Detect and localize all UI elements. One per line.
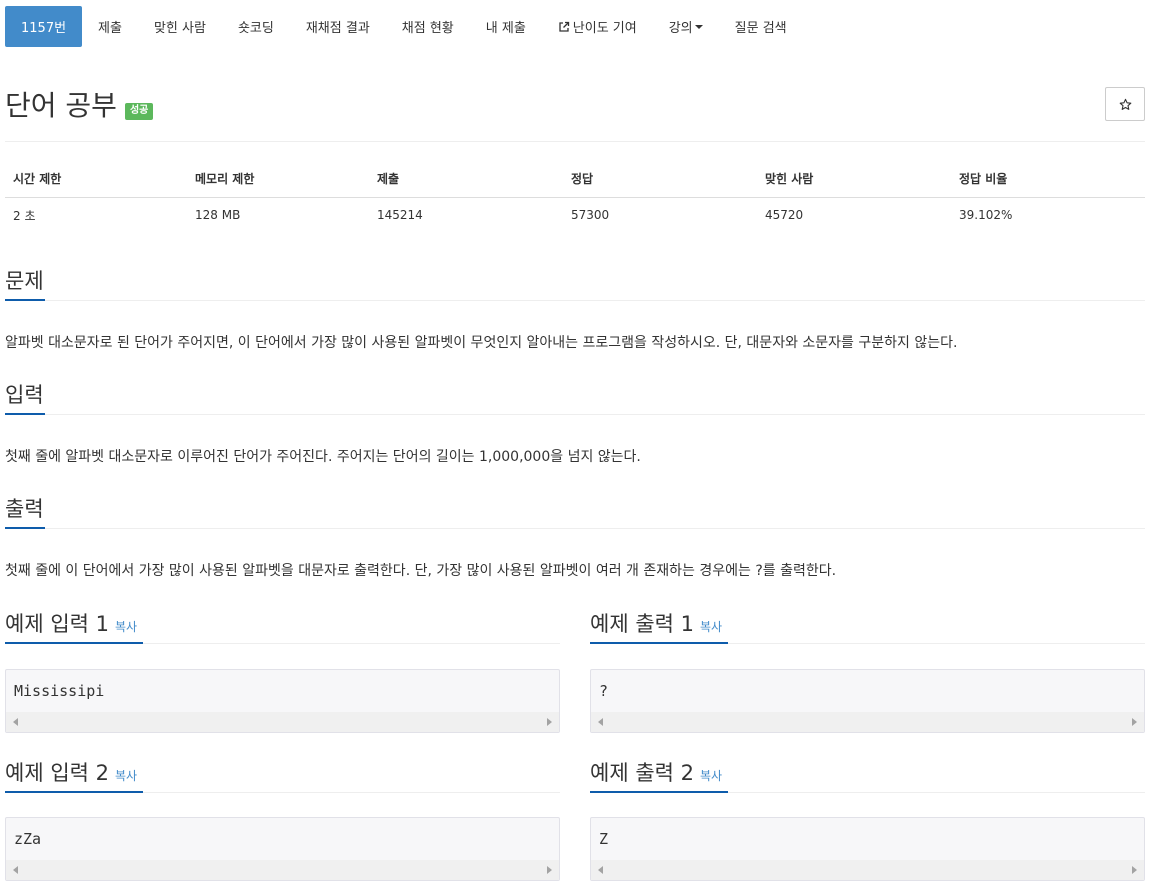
- input-section-header: 입력: [5, 379, 1145, 415]
- submissions-value: 145214: [377, 208, 423, 223]
- solvers-value: 45720: [765, 208, 804, 223]
- scroll-right-icon[interactable]: [1132, 718, 1137, 726]
- horizontal-scrollbar[interactable]: [6, 712, 559, 732]
- tab-label: 맞힌 사람: [153, 21, 206, 36]
- accepted-value: 57300: [571, 208, 610, 223]
- table-row: 2 초 128 MB 145214 57300 45720 39.102%: [5, 197, 1145, 233]
- problem-title-row: 단어 공부 성공: [5, 86, 154, 126]
- sample-input-2-box[interactable]: zZa: [5, 817, 560, 881]
- sample-output-2-text: Z: [599, 830, 609, 848]
- section-underline: [590, 642, 728, 644]
- caret-down-icon: [694, 24, 703, 29]
- sample-title-wrap: 예제 출력 1 복사: [590, 614, 722, 635]
- section-title: 문제: [5, 269, 44, 293]
- tab-judge-status[interactable]: 채점 현황: [386, 6, 470, 47]
- sample-title: 예제 입력 1: [5, 612, 109, 636]
- tab-label: 재채점 결과: [305, 21, 370, 36]
- input-description: 첫째 줄에 알파벳 대소문자로 이루어진 단어가 주어진다. 주어지는 단어의 …: [5, 449, 641, 465]
- tab-rejudge-results[interactable]: 재채점 결과: [290, 6, 386, 47]
- section-divider: [5, 528, 1145, 529]
- header-accepted: 정답: [563, 161, 757, 198]
- tab-label: 채점 현황: [401, 21, 454, 36]
- section-underline: [5, 413, 45, 415]
- tab-question-search[interactable]: 질문 검색: [719, 6, 803, 47]
- scroll-left-icon[interactable]: [13, 866, 18, 874]
- sample-title: 예제 출력 1: [590, 612, 694, 636]
- sample-output-2-header: 예제 출력 2 복사: [590, 757, 1145, 793]
- section-title: 입력: [5, 383, 44, 407]
- sample-output-1-header: 예제 출력 1 복사: [590, 608, 1145, 644]
- horizontal-scrollbar[interactable]: [6, 860, 559, 880]
- section-underline: [5, 642, 143, 644]
- section-underline: [5, 791, 143, 793]
- sample-output-1-text: ?: [599, 682, 609, 700]
- title-divider: [5, 141, 1145, 142]
- star-outline-icon: [1119, 98, 1131, 110]
- status-badge: 성공: [124, 102, 154, 120]
- scroll-right-icon[interactable]: [1132, 866, 1137, 874]
- problem-section-header: 문제: [5, 265, 1145, 301]
- tab-label: 제출: [98, 21, 122, 36]
- tab-label: 강의: [668, 21, 693, 36]
- problem-description: 알파벳 대소문자로 된 단어가 주어지면, 이 단어에서 가장 많이 사용된 알…: [5, 335, 958, 351]
- sample-output-1-box[interactable]: ?: [590, 669, 1145, 733]
- section-title: 출력: [5, 497, 44, 521]
- tab-label: 난이도 기여: [572, 21, 637, 36]
- problem-nav-tabs: 1157번 제출 맞힌 사람 숏코딩 재채점 결과 채점 현황 내 제출 난이도…: [5, 6, 803, 47]
- tab-submit[interactable]: 제출: [82, 6, 138, 47]
- horizontal-scrollbar[interactable]: [591, 860, 1144, 880]
- header-submissions: 제출: [369, 161, 563, 198]
- copy-sample-input-1-link[interactable]: 복사: [115, 620, 137, 634]
- scroll-right-icon[interactable]: [547, 866, 552, 874]
- tab-label: 질문 검색: [734, 21, 787, 36]
- time-limit-value: 2 초: [13, 208, 36, 223]
- section-underline: [5, 299, 45, 301]
- sample-title-wrap: 예제 출력 2 복사: [590, 763, 722, 784]
- header-time-limit: 시간 제한: [5, 161, 187, 198]
- problem-info-table: 시간 제한 메모리 제한 제출 정답 맞힌 사람 정답 비율 2 초 128 M…: [5, 161, 1145, 233]
- section-divider: [5, 414, 1145, 415]
- tab-lectures-dropdown[interactable]: 강의: [653, 6, 719, 47]
- output-section-header: 출력: [5, 493, 1145, 529]
- copy-sample-output-1-link[interactable]: 복사: [700, 620, 722, 634]
- sample-title: 예제 입력 2: [5, 761, 109, 785]
- sample-title: 예제 출력 2: [590, 761, 694, 785]
- table-header-row: 시간 제한 메모리 제한 제출 정답 맞힌 사람 정답 비율: [5, 161, 1145, 198]
- scroll-right-icon[interactable]: [547, 718, 552, 726]
- copy-sample-output-2-link[interactable]: 복사: [700, 769, 722, 783]
- sample-input-1-header: 예제 입력 1 복사: [5, 608, 560, 644]
- section-underline: [590, 791, 728, 793]
- tab-label: 내 제출: [485, 21, 526, 36]
- sample-input-1-text: Mississipi: [14, 682, 105, 700]
- tab-solvers[interactable]: 맞힌 사람: [138, 6, 222, 47]
- tab-label: 숏코딩: [237, 21, 274, 36]
- header-memory-limit: 메모리 제한: [187, 161, 369, 198]
- tab-problem-number[interactable]: 1157번: [5, 6, 83, 47]
- section-underline: [5, 527, 45, 529]
- sample-input-2-text: zZa: [14, 830, 42, 848]
- sample-title-wrap: 예제 입력 1 복사: [5, 614, 137, 635]
- sample-input-1-box[interactable]: Mississipi: [5, 669, 560, 733]
- memory-limit-value: 128 MB: [195, 208, 241, 223]
- output-description: 첫째 줄에 이 단어에서 가장 많이 사용된 알파벳을 대문자로 출력한다. 단…: [5, 563, 837, 579]
- section-divider: [5, 300, 1145, 301]
- sample-input-2-header: 예제 입력 2 복사: [5, 757, 560, 793]
- copy-sample-input-2-link[interactable]: 복사: [115, 769, 137, 783]
- tab-my-submissions[interactable]: 내 제출: [470, 6, 542, 47]
- page-title: 단어 공부: [5, 89, 117, 122]
- header-solvers: 맞힌 사람: [757, 161, 951, 198]
- sample-output-2-box[interactable]: Z: [590, 817, 1145, 881]
- tab-short-coding[interactable]: 숏코딩: [222, 6, 290, 47]
- sample-title-wrap: 예제 입력 2 복사: [5, 763, 137, 784]
- scroll-left-icon[interactable]: [598, 718, 603, 726]
- tab-difficulty-contribution[interactable]: 난이도 기여: [542, 6, 653, 47]
- scroll-left-icon[interactable]: [13, 718, 18, 726]
- tab-label: 1157번: [21, 21, 67, 36]
- external-link-icon: [559, 21, 569, 32]
- header-accept-ratio: 정답 비율: [951, 161, 1145, 198]
- scroll-left-icon[interactable]: [598, 866, 603, 874]
- horizontal-scrollbar[interactable]: [591, 712, 1144, 732]
- favorite-star-button[interactable]: [1105, 87, 1145, 121]
- accept-ratio-value: 39.102%: [959, 208, 1013, 223]
